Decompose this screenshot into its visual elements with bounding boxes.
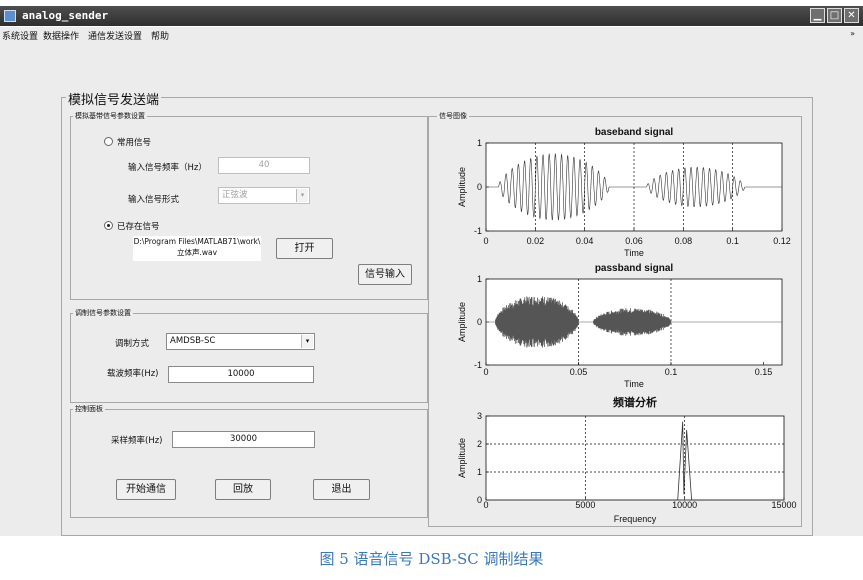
y-tick-label-0: -1 (474, 226, 482, 236)
x-tick-label-1: 0.1 (665, 367, 678, 377)
figure-caption: 图 5 语音信号 DSB-SC 调制结果 (319, 550, 544, 568)
x-tick-label-1: 0.15 (755, 367, 773, 377)
x-tick-label-1: 0 (483, 367, 488, 377)
y-tick-label-2: 2 (477, 439, 482, 449)
x-tick-label-0: 0.12 (773, 236, 791, 246)
y-axis-label-2: Amplitude (457, 438, 467, 478)
x-tick-label-0: 0.04 (576, 236, 594, 246)
x-tick-label-2: 15000 (771, 500, 796, 510)
chart-title-2: 频谱分析 (613, 395, 657, 409)
x-tick-label-2: 5000 (575, 500, 595, 510)
x-tick-label-0: 0.02 (527, 236, 545, 246)
charts-svg: baseband signal0 0.02 0.04 0.06 0.08 0.1 0.12-… (457, 127, 797, 524)
x-tick-label-0: 0.1 (726, 236, 739, 246)
chart-title-1: passband signal (595, 263, 674, 274)
chart-title-0: baseband signal (595, 127, 674, 138)
x-tick-label-0: 0.08 (675, 236, 693, 246)
x-tick-label-1: 0.05 (570, 367, 588, 377)
x-tick-label-0: 0.06 (625, 236, 643, 246)
y-tick-label-0: 1 (477, 138, 482, 148)
y-axis-label-1: Amplitude (457, 302, 467, 342)
y-tick-label-1: -1 (474, 360, 482, 370)
y-tick-label-2: 0 (477, 495, 482, 505)
y-tick-label-0: 0 (477, 182, 482, 192)
y-tick-label-2: 1 (477, 467, 482, 477)
x-tick-label-0: 0 (483, 236, 488, 246)
y-tick-label-1: 1 (477, 274, 482, 284)
x-tick-label-2: 0 (483, 500, 488, 510)
plot-area-2 (485, 415, 785, 501)
y-axis-label-0: Amplitude (457, 167, 467, 207)
x-axis-label-2: Frequency (614, 514, 657, 524)
x-tick-label-2: 10000 (672, 500, 697, 510)
x-axis-label-1: Time (624, 379, 644, 389)
y-tick-label-2: 3 (477, 411, 482, 421)
x-axis-label-0: Time (624, 248, 644, 258)
y-tick-label-1: 0 (477, 317, 482, 327)
